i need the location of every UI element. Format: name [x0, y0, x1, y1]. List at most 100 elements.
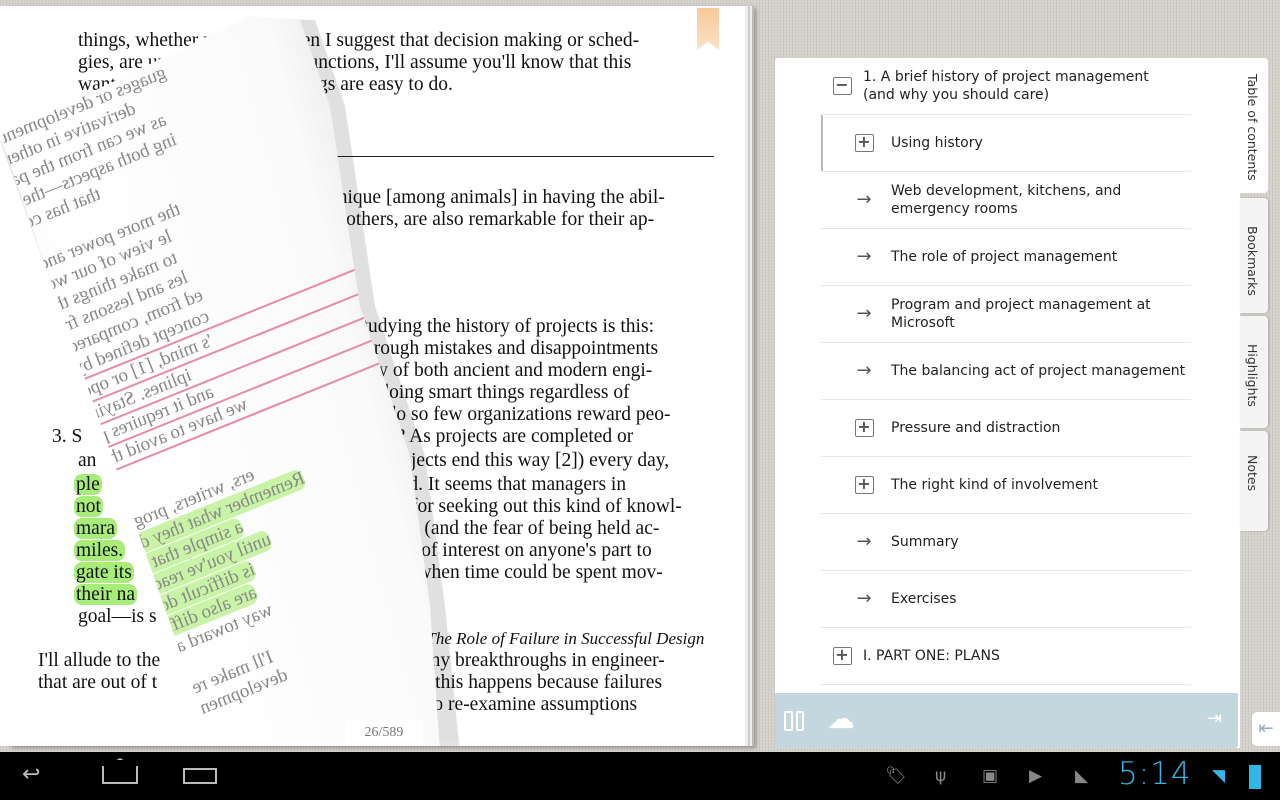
text-line-right: n: The Role of Failure in Successful Des…: [408, 629, 705, 648]
toc-item[interactable]: + The right kind of involvement: [821, 457, 1191, 514]
expand-plus-icon[interactable]: +: [853, 418, 875, 438]
text: that are out of t: [38, 672, 158, 693]
recent-apps-icon[interactable]: [183, 768, 217, 784]
text-line-right: nd (and the fear of being held ac-: [400, 518, 660, 539]
text-line-right: le for seeking out this kind of knowl-: [392, 496, 682, 517]
text-line-right: hrough mistakes and disappointments: [364, 338, 659, 359]
text-line-right: y do so few organizations reward peo-: [372, 404, 671, 425]
toc-item-label: The right kind of involvement: [891, 477, 1098, 493]
toc-item-label: Web development, kitchens, and emergency…: [891, 183, 1122, 217]
text-line-left: ple: [74, 474, 102, 496]
tab-label: Table of contents: [1245, 74, 1260, 181]
text-line-left: goal—is s: [78, 606, 157, 628]
wifi-icon: ◥: [1212, 766, 1226, 786]
bookmark-ribbon[interactable]: [697, 8, 719, 50]
play-cast-icon: ◣: [1075, 766, 1089, 786]
home-icon[interactable]: [102, 758, 138, 784]
text-line-right: unique [among animals] in having the abi…: [328, 187, 665, 208]
expand-plus-icon[interactable]: +: [853, 475, 875, 495]
tab-label: Highlights: [1245, 344, 1260, 407]
toc-item-label: Using history: [891, 135, 983, 151]
pause-icon[interactable]: [784, 711, 804, 731]
toc-item-label: Program and project management at Micros…: [891, 297, 1151, 331]
toc-item[interactable]: → Web development, kitchens, and emergenc…: [821, 172, 1191, 229]
text-line-left: I'll allude to the: [38, 650, 160, 672]
arrow-right-icon[interactable]: →: [853, 589, 875, 609]
expand-plus-icon[interactable]: +: [831, 646, 853, 666]
tab-table-of-contents[interactable]: Table of contents: [1240, 58, 1268, 193]
text-line-left: that are out of t: [38, 672, 157, 694]
tab-notes[interactable]: Notes: [1240, 431, 1268, 531]
toc-item-label: Exercises: [891, 591, 957, 607]
toc-item[interactable]: + Pressure and distraction: [821, 400, 1191, 457]
highlighted-text: not: [74, 496, 103, 517]
highlighted-text: miles.: [74, 540, 126, 561]
usb-icon: ψ: [935, 766, 947, 786]
reader-toolbar: ☁ ⇥: [775, 693, 1238, 748]
text-line-left: not: [74, 496, 103, 518]
back-icon[interactable]: ↩: [22, 762, 40, 787]
collapse-minus-icon[interactable]: −: [831, 76, 853, 96]
text-line-left: their na: [74, 584, 138, 606]
tab-label: Notes: [1245, 455, 1260, 492]
text: 3. S: [52, 426, 83, 447]
text: I'll allude to the: [38, 650, 161, 671]
arrow-left-bar-icon: ⇤: [1258, 718, 1274, 739]
toc-item[interactable]: → The role of project management: [821, 229, 1191, 286]
book-page[interactable]: things, whether prog hen I suggest that d…: [0, 6, 745, 746]
tab-label: Bookmarks: [1245, 226, 1260, 296]
expand-plus-icon[interactable]: +: [853, 133, 875, 153]
highlighted-text: mara: [74, 518, 117, 539]
arrow-right-icon[interactable]: →: [853, 304, 875, 324]
android-debug-icon: ▣: [982, 766, 999, 786]
cloud-sync-icon[interactable]: ☁: [827, 705, 855, 733]
text-line-right: to re-examine assumptions: [428, 694, 638, 715]
toc-item[interactable]: → Summary: [821, 514, 1191, 571]
tab-bookmarks[interactable]: Bookmarks: [1240, 198, 1268, 313]
text-line-right: t, this happens because failures: [420, 672, 663, 693]
arrow-right-icon[interactable]: →: [853, 247, 875, 267]
arrow-right-icon[interactable]: →: [853, 532, 875, 552]
text-line-right: projects end this way [2]) every day,: [385, 450, 670, 471]
tag-check-icon: 🏷: [885, 766, 907, 786]
text-line-right: studying the history of projects is this…: [355, 316, 654, 337]
system-navigation-bar: ↩ 🏷 ψ ▣ ▶ ◣ 5:14 ◥: [0, 752, 1280, 800]
show-panel-button[interactable]: ⇤: [1252, 712, 1280, 746]
text-line-right: of others, are also remarkable for their…: [325, 209, 655, 230]
highlighted-text: ple: [74, 474, 102, 495]
toc-item-label: The role of project management: [891, 249, 1118, 265]
toc-item-label: Pressure and distraction: [891, 420, 1061, 436]
text: goal—is s: [78, 606, 157, 627]
toc-item[interactable]: → Program and project management at Micro…: [821, 286, 1191, 343]
toc-item[interactable]: + Using history: [821, 115, 1191, 172]
clock: 5:14: [1118, 756, 1192, 792]
text-line-left: an: [78, 450, 96, 472]
page-indicator: 26/589: [345, 720, 423, 746]
text-line-right: ory of both ancient and modern engi-: [362, 360, 653, 381]
text-line-left: mara: [74, 518, 117, 540]
toc-item-label: Summary: [891, 534, 959, 550]
highlighted-text: their na: [74, 584, 138, 605]
table-of-contents-panel: −1. A brief history of project managemen…: [775, 58, 1240, 748]
text: an: [78, 450, 97, 471]
highlighted-text: gate its: [74, 562, 134, 583]
toc-item-label: The balancing act of project management: [891, 363, 1186, 379]
play-store-icon: ▶: [1029, 766, 1043, 786]
text-line-right: r doing smart things regardless of: [368, 382, 630, 403]
tab-highlights[interactable]: Highlights: [1240, 316, 1268, 428]
toc-item[interactable]: → The balancing act of project management: [821, 343, 1191, 400]
arrow-right-icon[interactable]: →: [853, 190, 875, 210]
battery-icon: [1249, 765, 1261, 789]
toc-item[interactable]: + I. PART ONE: PLANS: [821, 628, 1191, 685]
text-line-right: functions, I'll assume you'll know that …: [302, 52, 632, 73]
hide-panel-icon[interactable]: ⇥: [1207, 708, 1222, 729]
text-line-right: s when time could be spent mov-: [405, 562, 663, 583]
toc-item[interactable]: −1. A brief history of project managemen…: [821, 58, 1191, 115]
text-line-left: 3. S: [52, 426, 82, 448]
text-line-left: miles.: [74, 540, 126, 562]
toc-item[interactable]: → Exercises: [821, 571, 1191, 628]
arrow-right-icon[interactable]: →: [853, 361, 875, 381]
toc-item-label: I. PART ONE: PLANS: [863, 648, 1000, 664]
panel-tabs: Table of contents Bookmarks Highlights N…: [1240, 58, 1270, 538]
text-line-right: any breakthroughs in engineer-: [422, 650, 665, 671]
